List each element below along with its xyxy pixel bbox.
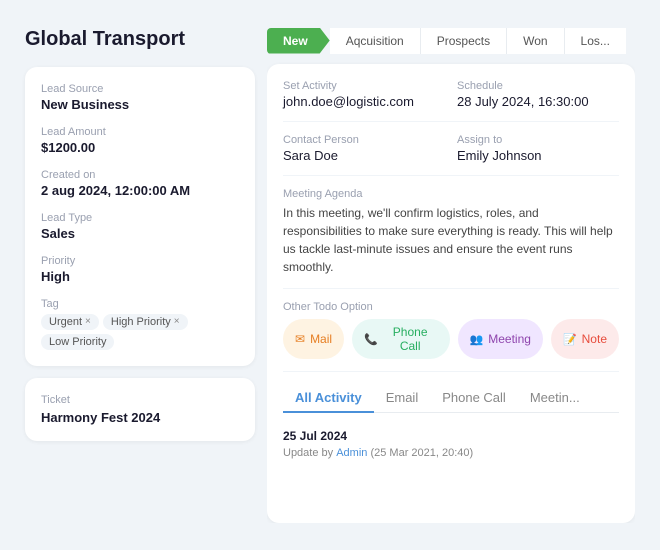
mail-icon xyxy=(295,332,305,346)
divider-2 xyxy=(283,175,619,176)
phone-icon xyxy=(364,332,378,346)
left-panel: Global Transport Lead Source New Busines… xyxy=(25,28,255,523)
contact-person-field: Contact Person Sara Doe xyxy=(283,134,445,163)
todo-mail-button[interactable]: Mail xyxy=(283,319,344,359)
activity-schedule-grid: Set Activity john.doe@logistic.com Sched… xyxy=(283,80,619,109)
todo-label: Other Todo Option xyxy=(283,301,619,313)
assign-to-value: Emily Johnson xyxy=(457,148,619,163)
log-author-link[interactable]: Admin xyxy=(336,447,367,459)
log-timestamp: (25 Mar 2021, 20:40) xyxy=(370,447,473,459)
activity-tab-phone-call[interactable]: Phone Call xyxy=(430,384,518,413)
divider-3 xyxy=(283,288,619,289)
meeting-agenda-label: Meeting Agenda xyxy=(283,188,619,200)
lead-amount-field: Lead Amount $1200.00 xyxy=(41,126,239,155)
remove-urgent-icon[interactable]: × xyxy=(85,316,91,327)
meeting-icon xyxy=(470,332,484,346)
divider-4 xyxy=(283,371,619,372)
set-activity-value: john.doe@logistic.com xyxy=(283,94,445,109)
right-panel: New Aqcuisition Prospects Won Los... Set… xyxy=(267,28,635,523)
created-on-label: Created on xyxy=(41,169,239,181)
assign-to-label: Assign to xyxy=(457,134,619,146)
todo-buttons: Mail Phone Call Meeting Note xyxy=(283,319,619,359)
activity-tabs: All Activity Email Phone Call Meetin... xyxy=(283,384,619,413)
lead-source-field: Lead Source New Business xyxy=(41,83,239,112)
created-on-field: Created on 2 aug 2024, 12:00:00 AM xyxy=(41,169,239,198)
meeting-agenda-section: Meeting Agenda In this meeting, we'll co… xyxy=(283,188,619,276)
pipeline-tabs: New Aqcuisition Prospects Won Los... xyxy=(267,28,635,54)
activity-tab-meeting[interactable]: Meetin... xyxy=(518,384,592,413)
priority-value: High xyxy=(41,269,239,284)
set-activity-label: Set Activity xyxy=(283,80,445,92)
log-entry-text: Update by xyxy=(283,447,333,459)
detail-card: Set Activity john.doe@logistic.com Sched… xyxy=(267,64,635,523)
set-activity-field: Set Activity john.doe@logistic.com xyxy=(283,80,445,109)
app-container: Global Transport Lead Source New Busines… xyxy=(5,8,655,543)
tag-urgent[interactable]: Urgent × xyxy=(41,314,99,330)
note-icon xyxy=(563,332,577,346)
pipeline-tab-new[interactable]: New xyxy=(267,28,330,54)
pipeline-tab-lost[interactable]: Los... xyxy=(565,28,626,54)
lead-type-label: Lead Type xyxy=(41,212,239,224)
contact-person-label: Contact Person xyxy=(283,134,445,146)
divider-1 xyxy=(283,121,619,122)
priority-field: Priority High xyxy=(41,255,239,284)
assign-to-field: Assign to Emily Johnson xyxy=(457,134,619,163)
meeting-agenda-text: In this meeting, we'll confirm logistics… xyxy=(283,204,619,276)
info-card: Lead Source New Business Lead Amount $12… xyxy=(25,67,255,366)
tag-high-priority[interactable]: High Priority × xyxy=(103,314,188,330)
log-date: 25 Jul 2024 xyxy=(283,429,619,443)
ticket-card: Ticket Harmony Fest 2024 xyxy=(25,378,255,441)
log-entry: Update by Admin (25 Mar 2021, 20:40) xyxy=(283,447,619,459)
priority-label: Priority xyxy=(41,255,239,267)
lead-type-value: Sales xyxy=(41,226,239,241)
ticket-label: Ticket xyxy=(41,394,239,406)
lead-source-label: Lead Source xyxy=(41,83,239,95)
ticket-value: Harmony Fest 2024 xyxy=(41,410,239,425)
remove-high-priority-icon[interactable]: × xyxy=(174,316,180,327)
lead-type-field: Lead Type Sales xyxy=(41,212,239,241)
todo-note-button[interactable]: Note xyxy=(551,319,619,359)
tag-low-priority: Low Priority xyxy=(41,334,114,350)
pipeline-tab-acquisition[interactable]: Aqcuisition xyxy=(330,28,421,54)
schedule-value: 28 July 2024, 16:30:00 xyxy=(457,94,619,109)
lead-amount-label: Lead Amount xyxy=(41,126,239,138)
activity-log: 25 Jul 2024 Update by Admin (25 Mar 2021… xyxy=(283,425,619,459)
schedule-field: Schedule 28 July 2024, 16:30:00 xyxy=(457,80,619,109)
pipeline-tab-won[interactable]: Won xyxy=(507,28,564,54)
page-title: Global Transport xyxy=(25,28,255,51)
activity-tab-all[interactable]: All Activity xyxy=(283,384,374,413)
contact-person-value: Sara Doe xyxy=(283,148,445,163)
activity-tab-email[interactable]: Email xyxy=(374,384,431,413)
todo-meeting-button[interactable]: Meeting xyxy=(458,319,543,359)
tag-field: Tag Urgent × High Priority × Low Priorit… xyxy=(41,298,239,350)
contact-assign-grid: Contact Person Sara Doe Assign to Emily … xyxy=(283,134,619,163)
pipeline-tab-prospects[interactable]: Prospects xyxy=(421,28,507,54)
lead-amount-value: $1200.00 xyxy=(41,140,239,155)
todo-section: Other Todo Option Mail Phone Call Meetin… xyxy=(283,301,619,359)
lead-source-value: New Business xyxy=(41,97,239,112)
schedule-label: Schedule xyxy=(457,80,619,92)
tag-label: Tag xyxy=(41,298,239,310)
todo-phone-button[interactable]: Phone Call xyxy=(352,319,449,359)
created-on-value: 2 aug 2024, 12:00:00 AM xyxy=(41,183,239,198)
tag-row: Urgent × High Priority × Low Priority xyxy=(41,314,239,350)
